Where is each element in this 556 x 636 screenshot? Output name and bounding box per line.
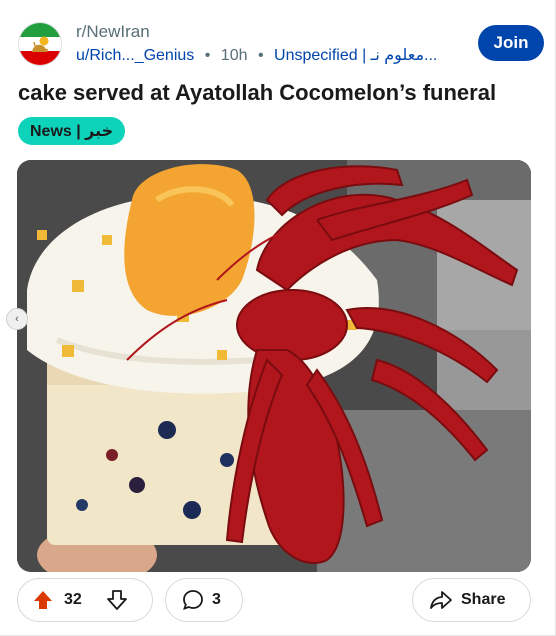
post-action-bar: 32 3 Share — [17, 578, 531, 622]
share-arrow-icon — [430, 591, 452, 609]
cake-crayfish-photo — [17, 160, 531, 572]
comment-count: 3 — [212, 591, 221, 608]
meta-separator: • — [257, 47, 264, 64]
subreddit-avatar[interactable] — [18, 22, 62, 66]
post-age: 10h — [220, 47, 248, 64]
meta-separator: • — [204, 47, 211, 64]
post-meta: u/Rich..._Genius • 10h • Unspecified | م… — [76, 45, 437, 65]
author-link[interactable]: u/Rich..._Genius — [76, 47, 194, 64]
comments-button[interactable]: 3 — [165, 578, 243, 622]
downvote-arrow-icon[interactable] — [106, 589, 128, 611]
comment-bubble-icon — [183, 590, 203, 610]
post-image[interactable] — [17, 160, 531, 572]
post-title[interactable]: cake served at Ayatollah Cocomelon’s fun… — [18, 80, 496, 106]
post-flair-badge[interactable]: News | خبر — [18, 117, 126, 145]
lion-and-sun-icon — [32, 36, 49, 52]
post-header: r/NewIran u/Rich..._Genius • 10h • Unspe… — [14, 16, 544, 76]
post-card[interactable]: r/NewIran u/Rich..._Genius • 10h • Unspe… — [0, 0, 556, 636]
carousel-prev-icon[interactable]: ‹ — [6, 308, 28, 330]
upvote-arrow-icon[interactable] — [32, 589, 54, 611]
user-flair: Unspecified | معلوم نـ... — [274, 47, 438, 64]
share-button[interactable]: Share — [412, 578, 531, 622]
join-button[interactable]: Join — [478, 25, 544, 61]
subreddit-name[interactable]: r/NewIran — [76, 22, 150, 42]
share-label: Share — [461, 591, 506, 608]
vote-count: 32 — [64, 591, 82, 608]
vote-control: 32 — [17, 578, 153, 622]
